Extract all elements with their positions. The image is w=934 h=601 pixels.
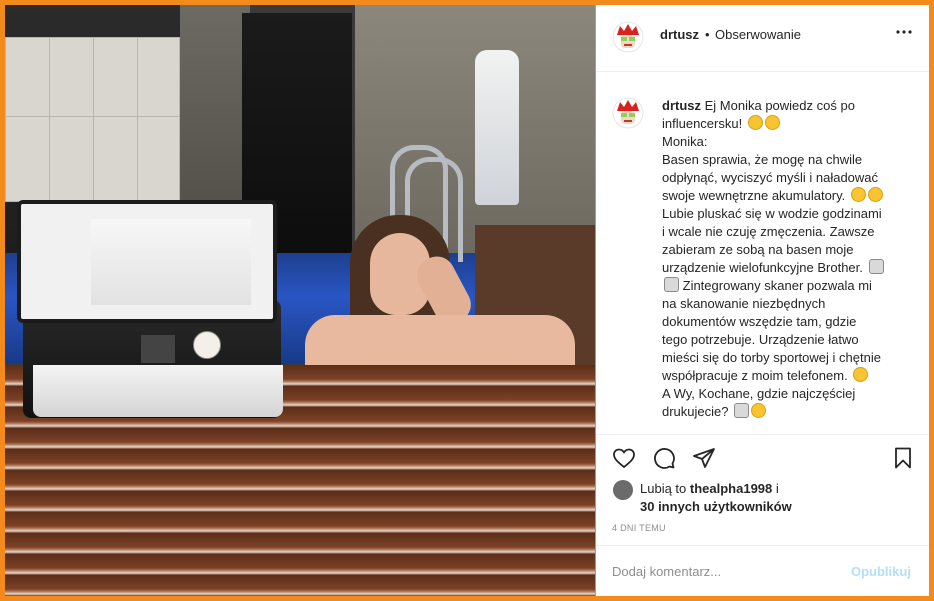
caption-line: swoje wewnętrzne akumulatory. (662, 188, 846, 203)
actions-divider (596, 434, 929, 435)
photo-printer-sticker (193, 331, 221, 359)
printer-emoji-icon (734, 403, 750, 418)
caption-line: Basen sprawia, że mogę na chwile (662, 152, 863, 167)
grinning-emoji-icon (751, 403, 767, 418)
photo-printer-front (33, 365, 283, 417)
caption-line: zabieram ze sobą na basen moje (662, 242, 854, 257)
post-header: drtusz • Obserwowanie (596, 5, 929, 72)
liker-avatar[interactable] (613, 480, 633, 500)
likes-connector: i (775, 481, 779, 496)
comment-divider (596, 545, 929, 546)
comment-input[interactable] (612, 561, 832, 581)
caption-line: influencersku! (662, 116, 743, 131)
photo-bathrobe (475, 50, 519, 205)
caption-line: i wcale nie czuję zmęczenia. Zawsze (662, 224, 875, 239)
avatar-icon (612, 97, 644, 129)
share-button[interactable] (690, 444, 718, 472)
caption-line: dokumentów wszędzie tam, gdzie (662, 314, 857, 329)
post-caption: drtusz Ej Monika powiedz coś po influenc… (662, 97, 912, 421)
avatar-icon (612, 21, 644, 53)
caption-line: tego potrzebuje. Urządzenie łatwo (662, 332, 859, 347)
caption-line: mieści się do torby sportowej i chętnie (662, 350, 881, 365)
following-button[interactable]: Obserwowanie (715, 27, 801, 42)
heart-icon (613, 448, 635, 469)
caption-avatar[interactable] (612, 97, 644, 129)
caption-line: Monika: (662, 134, 708, 149)
photo-lockers (5, 37, 180, 202)
printer-emoji-icon (868, 259, 884, 274)
photo-printer-glass (91, 219, 251, 305)
save-button[interactable] (889, 444, 917, 472)
caption-line: drukujecie? (662, 404, 729, 419)
thumbs-up-emoji-icon (850, 187, 866, 202)
post-timestamp[interactable]: 4 DNI TEMU (612, 523, 666, 533)
comment-button[interactable] (650, 444, 678, 472)
liker-username[interactable]: thealpha1998 (690, 481, 772, 496)
likes-summary-line2: 30 innych użytkowników (640, 499, 792, 514)
likes-prefix: Lubią to (640, 481, 687, 496)
like-button[interactable] (610, 444, 638, 472)
caption-line: A Wy, Kochane, gdzie najczęściej (662, 386, 856, 401)
post-photo[interactable] (5, 5, 595, 596)
caption-line: odpłynąć, wyciszyć myśli i naładować (662, 170, 879, 185)
separator-dot: • (705, 27, 710, 42)
printer-emoji-icon (664, 277, 679, 292)
caption-line: Zintegrowany skaner pozwala mi (682, 278, 872, 293)
likes-others-link[interactable]: 30 innych użytkowników (640, 499, 792, 514)
caption-username[interactable]: drtusz (662, 98, 701, 113)
bookmark-icon (895, 447, 911, 469)
caption-line: współpracuje z moim telefonem. (662, 368, 848, 383)
photo-printer-screen (141, 335, 175, 363)
grinning-emoji-icon (764, 115, 780, 130)
smile-emoji-icon (867, 187, 883, 202)
avatar[interactable] (612, 21, 644, 53)
publish-comment-button[interactable]: Opublikuj (851, 564, 911, 579)
more-options-icon[interactable] (896, 23, 912, 46)
post-author-username[interactable]: drtusz (660, 27, 699, 42)
caption-line: Lubie pluskać się w wodzie godzinami (662, 206, 882, 221)
caption-line: Ej Monika powiedz coś po (704, 98, 855, 113)
post-side-panel: drtusz • Obserwowanie drtusz Ej Monika p… (596, 5, 929, 596)
caption-line: urządzenie wielofunkcyjne Brother. (662, 260, 863, 275)
grinning-emoji-icon (747, 115, 763, 130)
caption-line: na skanowanie niezbędnych (662, 296, 826, 311)
send-icon (693, 448, 715, 468)
comment-icon (654, 448, 675, 469)
likes-summary-line1: Lubią to thealpha1998 i (640, 481, 779, 496)
smile-emoji-icon (853, 367, 869, 382)
